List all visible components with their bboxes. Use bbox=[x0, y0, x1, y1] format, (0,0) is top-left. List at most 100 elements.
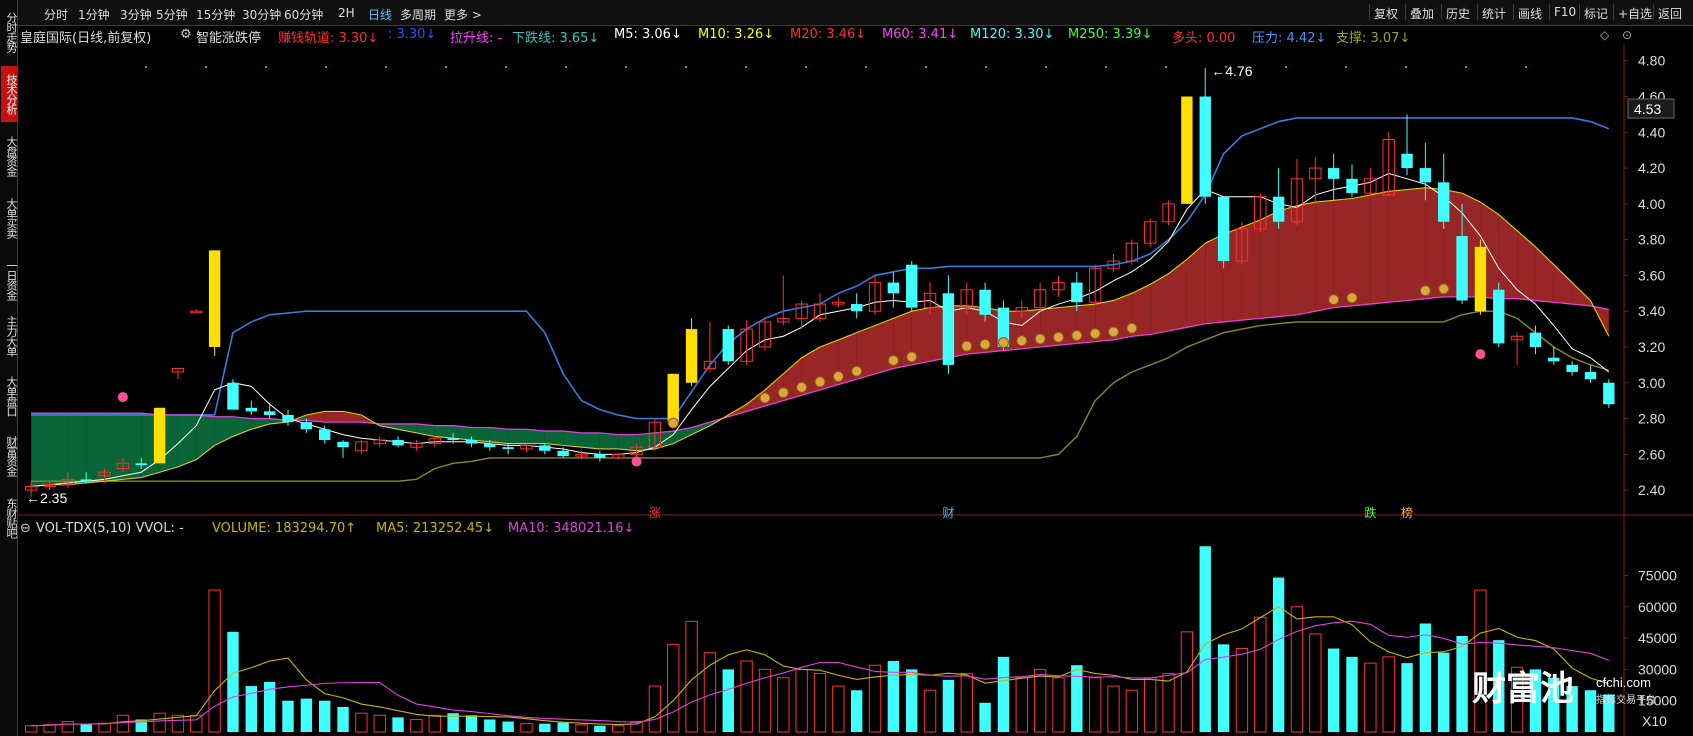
volume-bar-down bbox=[594, 725, 606, 732]
candle-down bbox=[319, 429, 331, 441]
price-tick-label: 3.20 bbox=[1638, 339, 1665, 355]
trend-ribbon-segment bbox=[67, 413, 87, 485]
candle-limit-up bbox=[667, 373, 679, 423]
candle-down bbox=[135, 463, 147, 466]
trend-ribbon-segment bbox=[1168, 259, 1187, 331]
volume-bar-up bbox=[1180, 631, 1194, 733]
price-tick-label: 4.40 bbox=[1638, 124, 1665, 140]
price-tick-label: 4.20 bbox=[1638, 160, 1665, 176]
top-dot-marker bbox=[805, 66, 807, 68]
candle-down bbox=[465, 440, 478, 444]
top-dot-marker bbox=[145, 66, 147, 68]
candle-down bbox=[1401, 153, 1413, 169]
price-tick-label: 3.40 bbox=[1638, 303, 1665, 319]
top-dot-marker bbox=[1405, 66, 1407, 68]
candle-down bbox=[1566, 364, 1578, 373]
volume-bar-up bbox=[410, 718, 423, 733]
signal-marker bbox=[631, 456, 642, 467]
candle-down bbox=[1419, 168, 1432, 183]
candle-down bbox=[392, 440, 404, 446]
volume-bar-up bbox=[575, 724, 588, 733]
volume-bar-up bbox=[1290, 606, 1304, 733]
volume-bar-up bbox=[1254, 616, 1267, 733]
volume-bar-up bbox=[1088, 677, 1102, 733]
trend-ribbon-segment bbox=[1186, 243, 1206, 328]
marker-up: 涨 bbox=[649, 505, 661, 520]
price-tick-label: 4.00 bbox=[1638, 196, 1665, 212]
candle-down bbox=[1346, 178, 1358, 194]
money-bag-marker bbox=[1346, 292, 1358, 304]
money-bag-marker bbox=[777, 387, 789, 399]
volume-bar-up bbox=[1144, 677, 1157, 733]
volume-bar-down bbox=[337, 706, 349, 732]
volume-bar-down bbox=[997, 656, 1010, 732]
volume-tick-label: 45000 bbox=[1638, 630, 1677, 646]
money-bag-marker bbox=[1419, 285, 1431, 297]
candle-down bbox=[1529, 332, 1542, 347]
candle-down bbox=[227, 382, 239, 410]
volume-bar-up bbox=[923, 689, 937, 733]
volume-bar-down bbox=[942, 679, 955, 732]
money-bag-marker bbox=[667, 417, 679, 429]
trend-ribbon-segment bbox=[1572, 282, 1591, 306]
candle-down bbox=[539, 445, 551, 451]
top-dot-marker bbox=[1105, 66, 1107, 68]
marker-bang: 榜 bbox=[1401, 505, 1413, 520]
volume-bar-down bbox=[557, 722, 569, 732]
volume-bar-up bbox=[612, 725, 625, 733]
trend-ribbon-segment bbox=[875, 318, 894, 374]
money-bag-marker bbox=[906, 351, 918, 363]
money-bag-marker bbox=[1126, 322, 1138, 334]
trend-ribbon-segment bbox=[581, 432, 600, 449]
candle-down bbox=[300, 422, 313, 430]
kline-chart[interactable]: 4.804.604.404.204.003.803.603.403.203.00… bbox=[0, 0, 1693, 736]
volume-bar-up bbox=[24, 725, 38, 733]
volume-bar-up bbox=[1364, 662, 1377, 733]
top-dot-marker bbox=[1165, 66, 1167, 68]
volume-bar-up bbox=[777, 677, 790, 733]
money-bag-marker bbox=[887, 354, 899, 366]
candle-down bbox=[447, 438, 459, 441]
top-dot-marker bbox=[625, 66, 627, 68]
top-dot-marker bbox=[445, 66, 447, 68]
candle-down bbox=[484, 443, 496, 448]
top-dot-marker bbox=[1045, 66, 1047, 68]
trend-ribbon-segment bbox=[618, 434, 637, 451]
volume-bar-up bbox=[428, 714, 441, 733]
signal-marker bbox=[1475, 349, 1486, 360]
watermark-brand: 财富池 bbox=[1472, 669, 1574, 709]
money-bag-marker bbox=[1016, 335, 1028, 347]
volume-bar-up bbox=[1162, 673, 1175, 733]
volume-bar-down bbox=[1346, 656, 1358, 732]
trend-ribbon-segment bbox=[1352, 194, 1371, 306]
volume-unit-label: X10 bbox=[1642, 713, 1667, 729]
volume-bar-up bbox=[355, 712, 368, 733]
volume-bar-down bbox=[1071, 665, 1083, 732]
top-dot-marker bbox=[385, 66, 387, 68]
candle-down bbox=[263, 411, 276, 415]
volume-bar-down bbox=[906, 669, 918, 732]
volume-bar-up bbox=[795, 668, 808, 733]
price-tick-label: 3.00 bbox=[1638, 375, 1665, 391]
volume-bar-down bbox=[1327, 648, 1340, 732]
volume-tick-label: 75000 bbox=[1638, 567, 1677, 583]
money-bag-marker bbox=[832, 371, 844, 383]
candle-down bbox=[245, 407, 257, 412]
marker-down: 跌 bbox=[1364, 505, 1376, 520]
trend-ribbon-segment bbox=[1241, 219, 1261, 321]
volume-bar-down bbox=[1419, 623, 1432, 732]
trend-ribbon-segment bbox=[544, 431, 564, 446]
volume-bar-up bbox=[868, 664, 882, 733]
watermark-tagline: 指标交易平台 bbox=[1596, 693, 1656, 706]
candle-down bbox=[1217, 196, 1230, 262]
top-dot-marker bbox=[205, 66, 207, 68]
volume-bar-up bbox=[648, 685, 662, 733]
trend-ribbon-segment bbox=[1370, 191, 1389, 305]
trend-ribbon-segment bbox=[1260, 211, 1279, 319]
candle-down bbox=[1438, 182, 1450, 222]
candle-down bbox=[282, 414, 294, 423]
candle-down bbox=[722, 329, 734, 362]
volume-bar-up bbox=[1382, 656, 1395, 733]
trend-ribbon-segment bbox=[104, 413, 123, 482]
volume-bar-down bbox=[1584, 690, 1597, 732]
